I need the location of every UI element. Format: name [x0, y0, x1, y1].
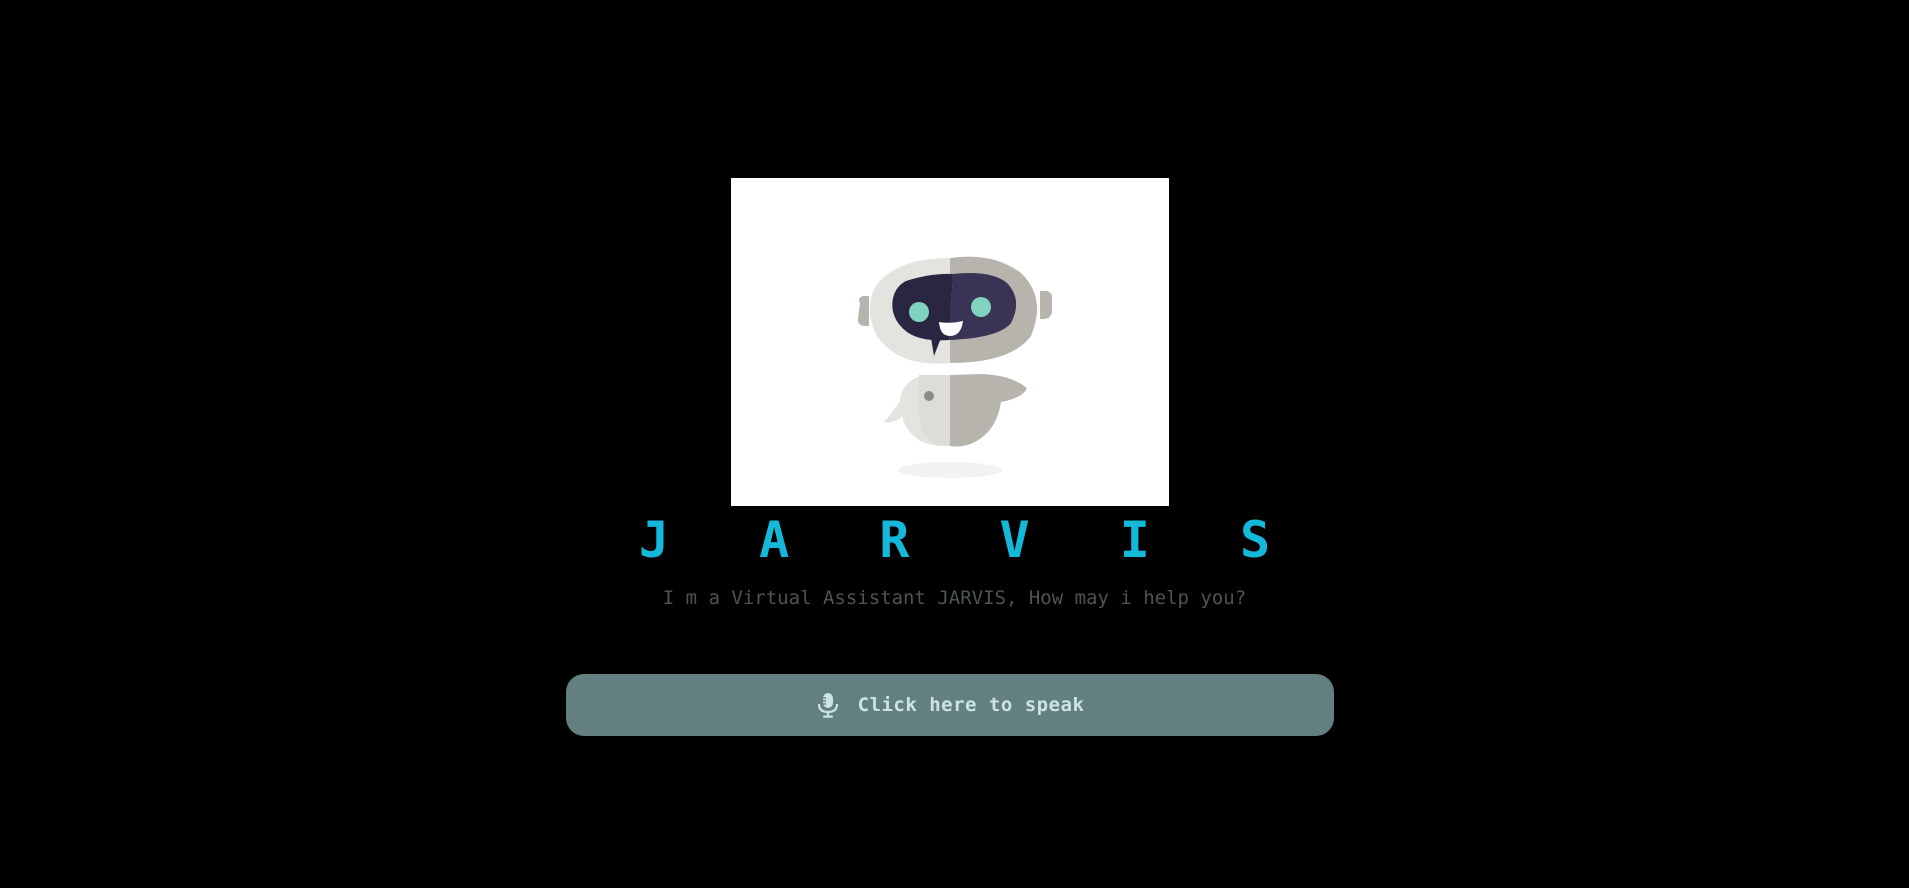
microphone-icon: [816, 692, 840, 718]
robot-icon: [857, 256, 1053, 478]
speak-button[interactable]: Click here to speak: [566, 674, 1334, 736]
page-title: J A R V I S: [638, 511, 1301, 569]
robot-image: [731, 178, 1169, 506]
assistant-tagline: I m a Virtual Assistant JARVIS, How may …: [662, 587, 1247, 609]
page: J A R V I S I m a Virtual Assistant JARV…: [0, 0, 1909, 888]
speak-button-label: Click here to speak: [857, 694, 1085, 716]
